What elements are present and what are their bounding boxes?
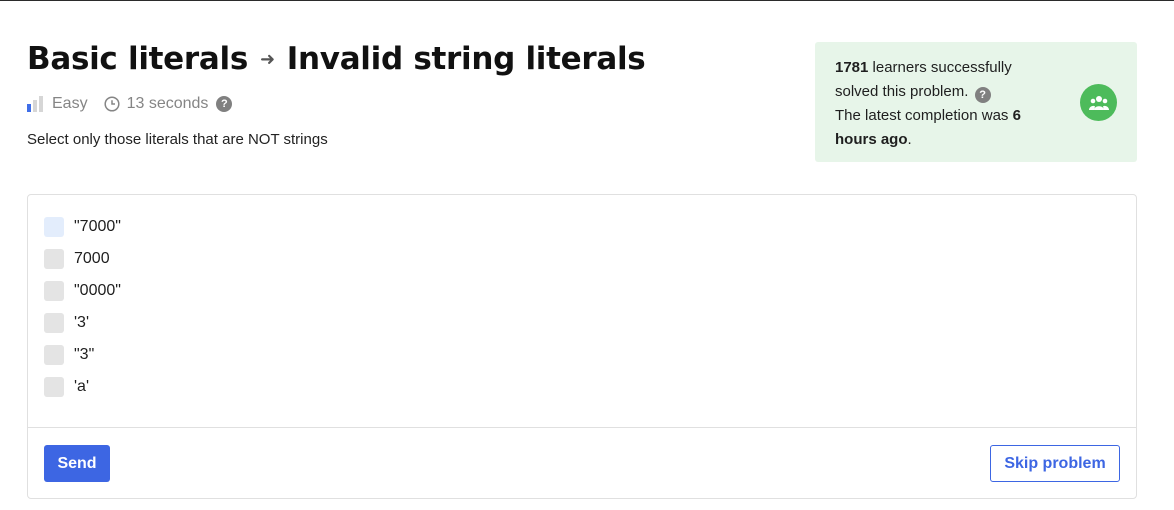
- problem-instruction: Select only those literals that are NOT …: [27, 131, 328, 148]
- stats-end: .: [907, 131, 912, 148]
- option-label: 'a': [74, 378, 90, 395]
- checkbox[interactable]: [44, 345, 64, 365]
- option-3[interactable]: "0000": [44, 275, 1120, 307]
- option-2[interactable]: 7000: [44, 243, 1120, 275]
- option-5[interactable]: "3": [44, 339, 1120, 371]
- topic-link[interactable]: Basic literals: [27, 41, 248, 77]
- difficulty-label: Easy: [52, 95, 88, 112]
- stats-panel: 1781 learners successfully solved this p…: [815, 42, 1137, 162]
- checkbox[interactable]: [44, 249, 64, 269]
- learners-count: 1781: [835, 59, 869, 76]
- option-4[interactable]: '3': [44, 307, 1120, 339]
- page-title: Basic literals ➜ Invalid string literals: [27, 41, 646, 77]
- problem-header: Basic literals ➜ Invalid string literals…: [27, 41, 646, 114]
- card-footer: Send Skip problem: [28, 427, 1136, 499]
- option-label: "0000": [74, 282, 121, 299]
- option-label: '3': [74, 314, 90, 331]
- options-list: "7000" 7000 "0000" '3' "3" 'a': [28, 195, 1136, 403]
- checkbox[interactable]: [44, 281, 64, 301]
- stats-text: 1781 learners successfully solved this p…: [835, 56, 1050, 152]
- answer-card: "7000" 7000 "0000" '3' "3" 'a' Send Skip…: [27, 194, 1137, 499]
- stats-text-2: The latest completion was: [835, 107, 1013, 124]
- stats-help-icon[interactable]: ?: [974, 87, 991, 103]
- help-icon[interactable]: ?: [216, 96, 233, 112]
- option-1[interactable]: "7000": [44, 211, 1120, 243]
- send-button[interactable]: Send: [44, 445, 110, 482]
- skip-problem-button[interactable]: Skip problem: [990, 445, 1120, 482]
- option-label: "7000": [74, 218, 121, 235]
- group-icon: [1080, 84, 1117, 121]
- checkbox[interactable]: [44, 217, 64, 237]
- difficulty-bars-icon: [27, 96, 43, 112]
- problem-title: Invalid string literals: [286, 41, 646, 77]
- option-label: "3": [74, 346, 95, 363]
- arrow-right-icon: ➜: [259, 48, 275, 70]
- time-estimate: 13 seconds: [126, 95, 209, 112]
- option-6[interactable]: 'a': [44, 371, 1120, 403]
- option-label: 7000: [74, 250, 110, 267]
- problem-meta: Easy 13 seconds ?: [27, 94, 645, 114]
- checkbox[interactable]: [44, 377, 64, 397]
- clock-icon: [104, 96, 120, 112]
- checkbox[interactable]: [44, 313, 64, 333]
